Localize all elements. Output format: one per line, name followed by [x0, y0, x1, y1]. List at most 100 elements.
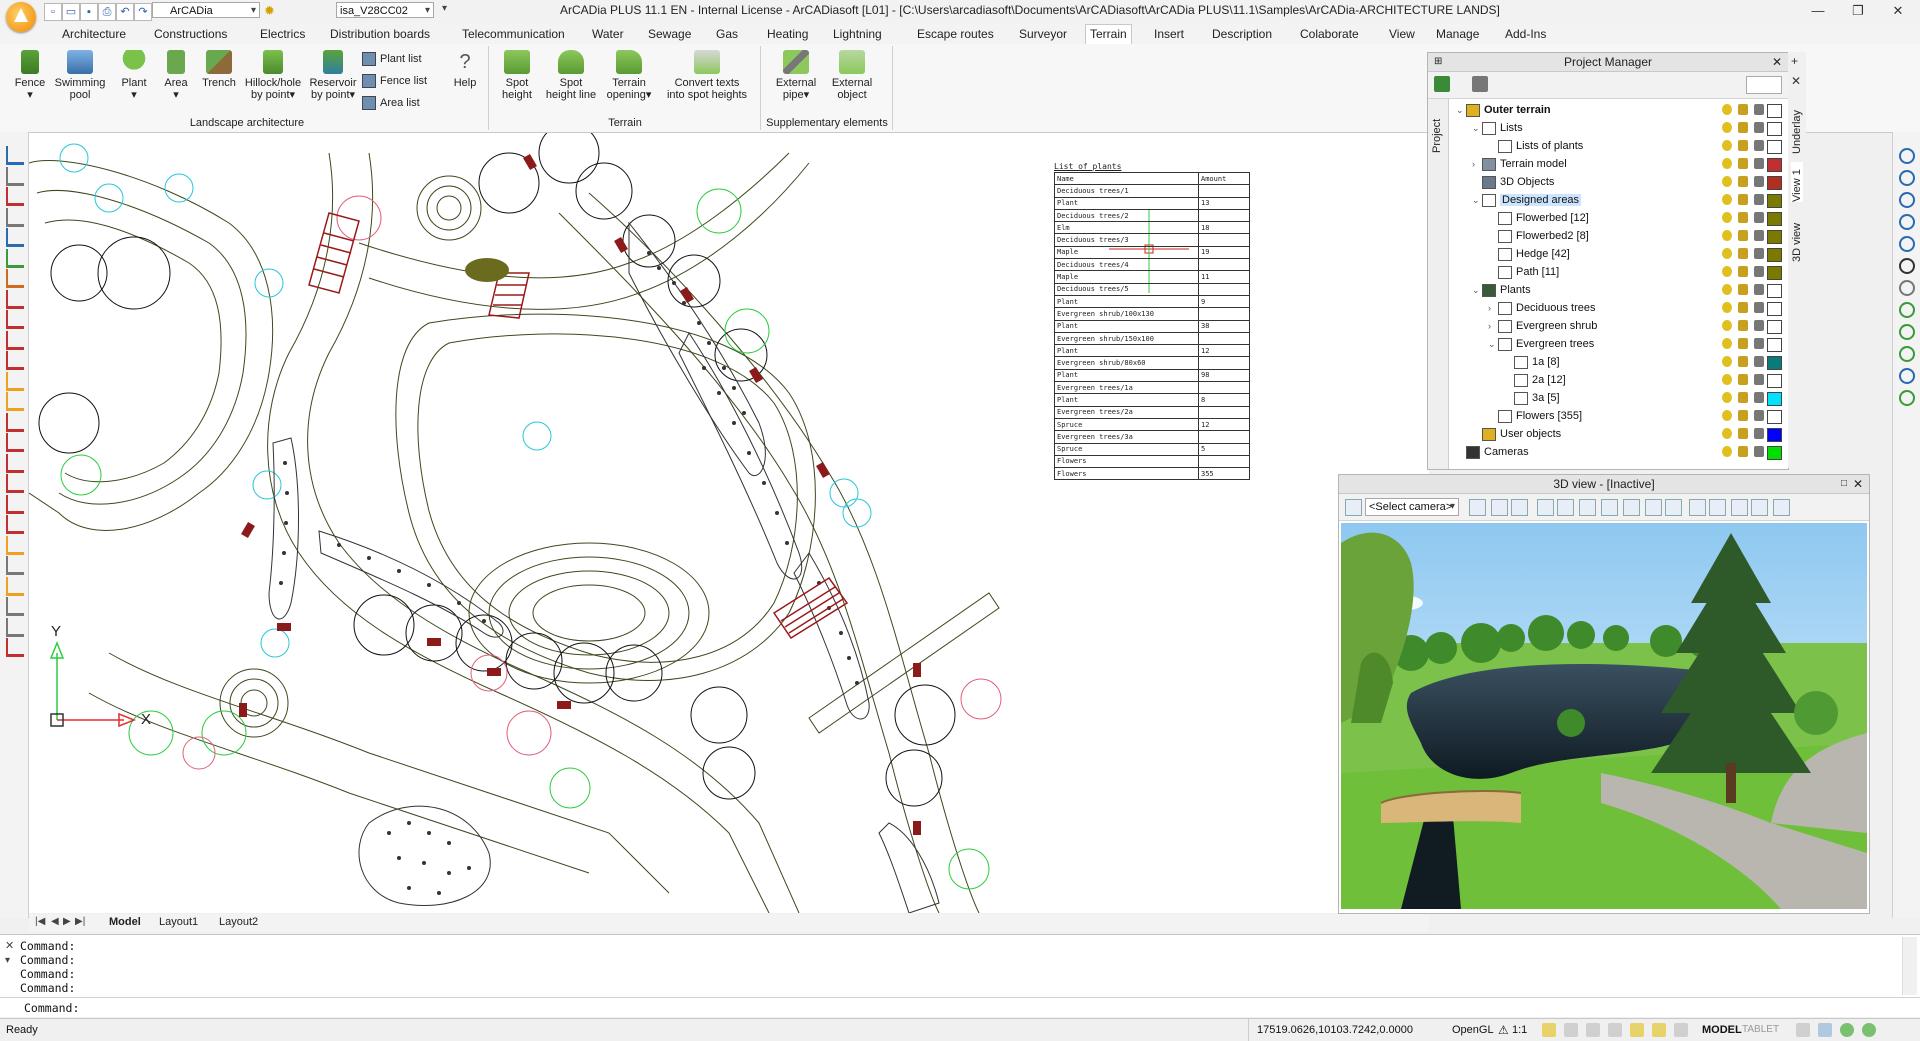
- print-icon[interactable]: [1754, 302, 1764, 313]
- layer-color-swatch[interactable]: [1767, 446, 1782, 460]
- layer-color-swatch[interactable]: [1767, 122, 1782, 136]
- swimming-pool-button[interactable]: Swimming pool: [50, 50, 110, 101]
- 3d-view-close-icon[interactable]: ✕: [1853, 475, 1863, 493]
- tab-insert[interactable]: Insert: [1150, 25, 1188, 43]
- status-scale[interactable]: 1:1: [1512, 1019, 1527, 1041]
- visibility-bulb-icon[interactable]: [1722, 320, 1732, 331]
- tab-manage[interactable]: Manage: [1432, 25, 1483, 43]
- left-tool-icon[interactable]: [6, 392, 24, 411]
- lock-icon[interactable]: [1738, 284, 1748, 295]
- render-icon[interactable]: [1557, 499, 1574, 516]
- print-icon[interactable]: [1754, 356, 1764, 367]
- left-tool-icon[interactable]: [6, 248, 24, 268]
- layer-color-swatch[interactable]: [1767, 302, 1782, 316]
- tree-toggle-icon[interactable]: ⌄: [1488, 335, 1498, 353]
- tab-model[interactable]: Model: [109, 916, 141, 928]
- tree-item[interactable]: › Deciduous trees: [1452, 299, 1786, 317]
- status-model[interactable]: MODEL: [1702, 1019, 1742, 1041]
- convert-texts-button[interactable]: Convert texts into spot heights: [658, 50, 756, 101]
- right-tool-icon[interactable]: [1899, 368, 1915, 384]
- maximize-icon[interactable]: □: [1841, 475, 1847, 493]
- print-icon[interactable]: [1754, 266, 1764, 277]
- command-close-icon[interactable]: ✕: [5, 939, 14, 952]
- print-icon[interactable]: [1754, 158, 1764, 169]
- right-tool-icon[interactable]: [1899, 346, 1915, 362]
- print-icon[interactable]: [1754, 194, 1764, 205]
- tab-layout2[interactable]: Layout2: [219, 916, 258, 928]
- area-list-button[interactable]: Area list: [362, 94, 420, 112]
- lock-icon[interactable]: [1818, 1023, 1832, 1037]
- otrack-icon[interactable]: [1652, 1023, 1666, 1037]
- tree-item[interactable]: ⌄ Outer terrain: [1452, 101, 1786, 119]
- lock-icon[interactable]: [1738, 140, 1748, 151]
- undo-icon[interactable]: ↶: [116, 3, 134, 21]
- left-tool-icon[interactable]: [6, 556, 24, 575]
- lock-icon[interactable]: [1738, 356, 1748, 367]
- tab-electrics[interactable]: Electrics: [256, 25, 309, 43]
- camera-add-icon[interactable]: [1345, 499, 1362, 516]
- lock-icon[interactable]: [1738, 176, 1748, 187]
- left-tool-icon[interactable]: [6, 576, 24, 596]
- tree-item[interactable]: Cameras: [1452, 443, 1786, 461]
- tree-toggle-icon[interactable]: ⌄: [1472, 119, 1482, 137]
- right-tool-icon[interactable]: [1899, 148, 1915, 164]
- print-icon[interactable]: [1754, 248, 1764, 259]
- print-icon[interactable]: [1754, 392, 1764, 403]
- visibility-bulb-icon[interactable]: [1722, 302, 1732, 313]
- open-file-icon[interactable]: ▭: [62, 3, 80, 21]
- tree-item[interactable]: Flowerbed [12]: [1452, 209, 1786, 227]
- save-view-icon[interactable]: [1665, 499, 1682, 516]
- left-tool-icon[interactable]: [6, 494, 24, 514]
- workspace-combo[interactable]: ArCADia: [152, 2, 260, 19]
- lock-icon[interactable]: [1738, 338, 1748, 349]
- tree-item[interactable]: Lists of plants: [1452, 137, 1786, 155]
- lock-icon[interactable]: [1738, 158, 1748, 169]
- tree-item[interactable]: Hedge [42]: [1452, 245, 1786, 263]
- left-tool-icon[interactable]: [6, 412, 24, 432]
- lighting-icon[interactable]: [1731, 499, 1748, 516]
- left-tool-icon[interactable]: [6, 146, 24, 165]
- right-tool-icon[interactable]: [1899, 390, 1915, 406]
- save-icon[interactable]: ▪: [80, 3, 98, 21]
- snap-icon[interactable]: [1542, 1023, 1556, 1037]
- visibility-bulb-icon[interactable]: [1722, 158, 1732, 169]
- spot-height-line-button[interactable]: Spot height line: [540, 50, 602, 101]
- print-icon[interactable]: [1754, 410, 1764, 421]
- left-tool-icon[interactable]: [6, 474, 24, 493]
- rotate-icon[interactable]: [1623, 499, 1640, 516]
- area-button[interactable]: Area ▾: [156, 50, 196, 101]
- zoom-icon[interactable]: [1511, 499, 1528, 516]
- command-input[interactable]: Command:: [24, 1001, 79, 1015]
- print-icon[interactable]: [1754, 446, 1764, 457]
- lock-icon[interactable]: [1738, 266, 1748, 277]
- command-scrollbar[interactable]: [1902, 937, 1917, 995]
- tab-constructions[interactable]: Constructions: [150, 25, 231, 43]
- layer-color-swatch[interactable]: [1767, 248, 1782, 262]
- lock-icon[interactable]: [1738, 104, 1748, 115]
- layer-color-swatch[interactable]: [1767, 374, 1782, 388]
- print-icon[interactable]: [1754, 212, 1764, 223]
- print-icon[interactable]: [1754, 230, 1764, 241]
- redo-icon[interactable]: ↷: [134, 3, 152, 21]
- panel-pin-icon[interactable]: ⊞: [1434, 53, 1442, 71]
- tree-item[interactable]: Flowers [355]: [1452, 407, 1786, 425]
- restore-icon[interactable]: ❐: [1840, 0, 1876, 22]
- minimize-icon[interactable]: —: [1800, 0, 1836, 22]
- print-icon[interactable]: [1754, 338, 1764, 349]
- move-camera-icon[interactable]: [1579, 499, 1596, 516]
- close-icon[interactable]: ✕: [1880, 0, 1916, 22]
- status-renderer[interactable]: OpenGL: [1452, 1019, 1494, 1041]
- tree-item[interactable]: 3a [5]: [1452, 389, 1786, 407]
- layer-color-swatch[interactable]: [1767, 176, 1782, 190]
- filter-dropdown[interactable]: [1746, 76, 1782, 94]
- tab-3d-view[interactable]: 3D view: [1791, 212, 1803, 262]
- tree-item[interactable]: ⌄ Lists: [1452, 119, 1786, 137]
- visibility-bulb-icon[interactable]: [1722, 248, 1732, 259]
- tab-description[interactable]: Description: [1208, 25, 1276, 43]
- tree-item[interactable]: › Terrain model: [1452, 155, 1786, 173]
- left-tool-icon[interactable]: [6, 597, 24, 616]
- tab-lightning[interactable]: Lightning: [829, 25, 886, 43]
- visibility-bulb-icon[interactable]: [1722, 230, 1732, 241]
- tab-distribution-boards[interactable]: Distribution boards: [326, 25, 434, 43]
- annotation-scale-icon[interactable]: ⚠: [1498, 1019, 1509, 1041]
